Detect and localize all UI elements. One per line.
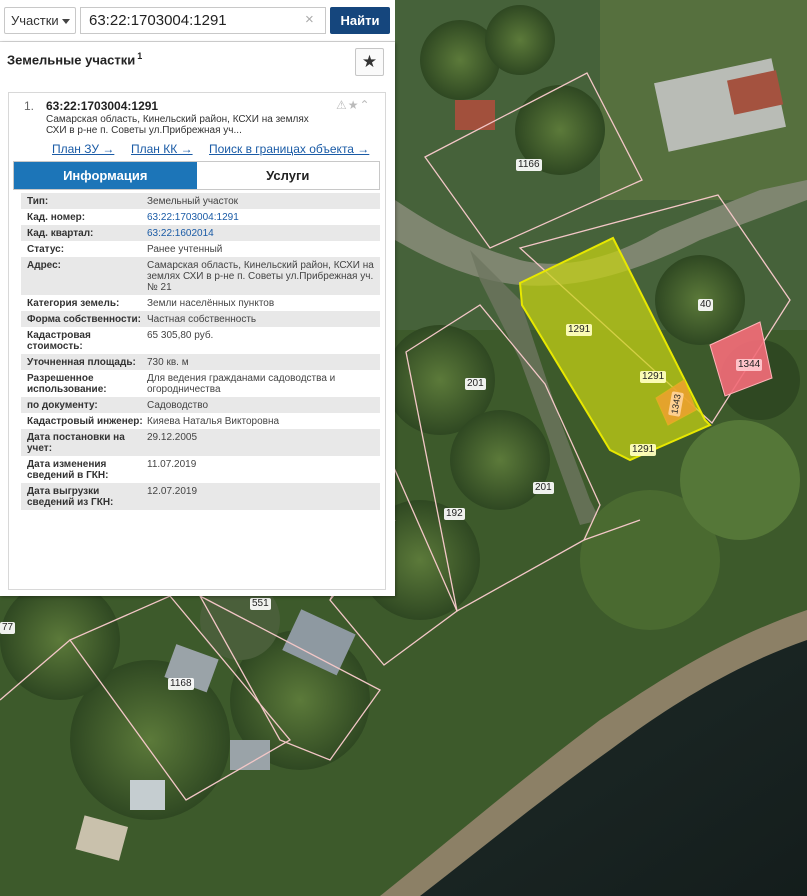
property-value: Частная собственность [147, 314, 257, 325]
property-key: Уточненная площадь: [27, 357, 136, 368]
property-value: 11.07.2019 [147, 459, 197, 470]
tab-services[interactable]: Услуги [196, 162, 379, 189]
property-key: Кад. квартал: [27, 228, 94, 239]
star-icon: ★ [361, 52, 378, 71]
property-key: Кадастровый инженер: [27, 416, 143, 427]
property-key: Тип: [27, 196, 49, 207]
search-input[interactable] [80, 7, 326, 34]
property-value: Земельный участок [147, 196, 239, 207]
property-key: Дата постановки на учет: [27, 432, 125, 454]
property-row: Статус: Ранее учтенный [21, 241, 380, 257]
property-row: Кад. квартал: 63:22:1602014 [21, 225, 380, 241]
property-row: по документу: Садоводство [21, 397, 380, 413]
property-row: Адрес: Самарская область, Кинельский рай… [21, 257, 380, 295]
property-row: Дата постановки на учет: 29.12.2005 [21, 429, 380, 456]
favorite-button[interactable]: ★ [355, 48, 384, 76]
properties-table: Тип: Земельный участок Кад. номер: 63:22… [21, 193, 380, 510]
result-index: 1. [24, 99, 35, 113]
property-value: Для ведения гражданами садоводства и ого… [147, 373, 336, 395]
map-label-192: 192 [444, 508, 465, 520]
result-action-icons[interactable]: ⚠★⌃ [336, 98, 371, 112]
object-type-select[interactable]: Участки [4, 7, 76, 34]
find-button[interactable]: Найти [330, 7, 390, 34]
map-label-1344: 1344 [736, 359, 763, 371]
map-label-1166: 1166 [516, 159, 542, 171]
property-row: Тип: Земельный участок [21, 193, 380, 209]
property-row: Кадастровая стоимость: 65 305,80 руб. [21, 327, 380, 354]
property-value: 730 кв. м [147, 357, 189, 368]
property-row: Категория земель: Земли населённых пункт… [21, 295, 380, 311]
property-key: Дата выгрузки сведений из ГКН: [27, 486, 114, 508]
property-row: Дата изменения сведений в ГКН: 11.07.201… [21, 456, 380, 483]
property-row: Разрешенное использование: Для ведения г… [21, 370, 380, 397]
property-value: 12.07.2019 [147, 486, 198, 497]
map-label-77: 77 [0, 622, 16, 634]
property-value: Кияева Наталья Викторовна [147, 416, 280, 427]
cadastral-number-link[interactable]: 63:22:1703004:1291 [147, 212, 380, 223]
property-key: Разрешенное использование: [27, 373, 107, 395]
property-row: Кадастровый инженер: Кияева Наталья Викт… [21, 413, 380, 429]
map-label-1291-b: 1291 [640, 371, 667, 383]
property-key: по документу: [27, 400, 98, 411]
search-bounds-link[interactable]: Поиск в границах объекта → [209, 142, 369, 156]
panel-title: Земельные участки 1 [7, 51, 142, 67]
results-count: 1 [137, 51, 143, 61]
property-key: Адрес: [27, 260, 61, 271]
clear-icon[interactable]: × [305, 11, 314, 29]
property-row: Кад. номер: 63:22:1703004:1291 [21, 209, 380, 225]
plan-zu-link[interactable]: План ЗУ → [52, 142, 114, 156]
result-card: 1. 63:22:1703004:1291 ⚠★⌃ Самарская обла… [8, 92, 386, 590]
plan-kk-link[interactable]: План КК → [131, 142, 193, 156]
search-bar: Участки × Найти [0, 0, 395, 42]
map-label-551: 551 [250, 598, 271, 610]
map-label-1291-c: 1291 [630, 444, 657, 456]
info-tabs: Информация Услуги [13, 161, 380, 190]
property-value: Ранее учтенный [147, 244, 223, 255]
object-type-label: Участки [11, 13, 59, 28]
property-row: Дата выгрузки сведений из ГКН: 12.07.201… [21, 483, 380, 510]
chevron-down-icon [62, 19, 70, 24]
map-label-40: 40 [698, 299, 714, 311]
map-label-1168: 1168 [168, 678, 194, 690]
property-key: Кадастровая стоимость: [27, 330, 91, 352]
tab-info[interactable]: Информация [14, 162, 197, 189]
property-row: Форма собственности: Частная собственнос… [21, 311, 380, 327]
result-title[interactable]: 63:22:1703004:1291 [46, 99, 158, 113]
map-label-201-b: 201 [533, 482, 554, 494]
property-key: Статус: [27, 244, 65, 255]
map-label-1291-a: 1291 [566, 324, 593, 336]
property-value: 65 305,80 руб. [147, 330, 214, 341]
map-label-201-a: 201 [465, 378, 486, 390]
results-panel: Земельные участки 1 ★ 1. 63:22:1703004:12… [0, 42, 395, 596]
property-value: Садоводство [147, 400, 209, 411]
property-value: Самарская область, Кинельский район, КСХ… [147, 260, 374, 293]
property-row: Уточненная площадь: 730 кв. м [21, 354, 380, 370]
property-key: Форма собственности: [27, 314, 141, 325]
result-address: Самарская область, Кинельский район, КСХ… [46, 114, 309, 136]
cadastral-quarter-link[interactable]: 63:22:1602014 [147, 228, 380, 239]
panel-title-text: Земельные участки [7, 52, 136, 68]
property-key: Кад. номер: [27, 212, 86, 223]
property-key: Дата изменения сведений в ГКН: [27, 459, 109, 481]
property-key: Категория земель: [27, 298, 120, 309]
property-value: 29.12.2005 [147, 432, 198, 443]
property-value: Земли населённых пунктов [147, 298, 275, 309]
